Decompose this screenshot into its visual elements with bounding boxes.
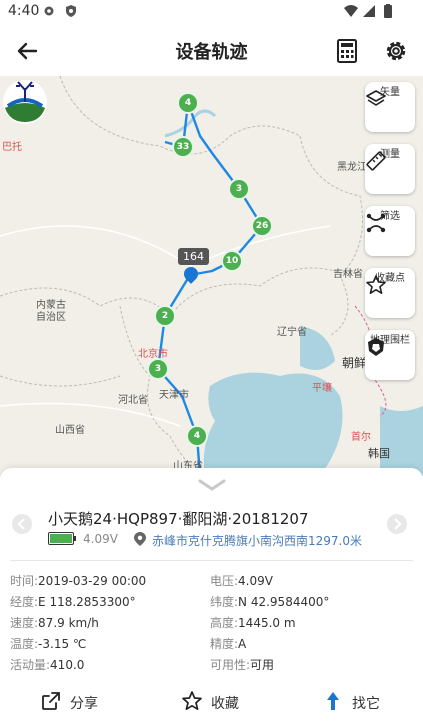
track-point-marker[interactable]: 3 (147, 358, 169, 380)
info-accuracy: 精度:A (210, 637, 247, 651)
track-point-marker[interactable]: 10 (221, 250, 243, 272)
map-label: 内蒙古 自治区 (36, 300, 66, 323)
settings-gear-icon[interactable] (381, 36, 411, 66)
battery-icon (384, 4, 392, 18)
app-logo (3, 80, 47, 124)
chevron-down-icon[interactable] (197, 478, 227, 492)
device-name: 小天鹅24·HQP897·鄱阳湖·20181207 (48, 510, 309, 528)
map-label: 天津市 (159, 390, 189, 401)
current-position-tag: 164 (178, 248, 209, 265)
status-bar: 4:40 (0, 0, 423, 24)
layers-button[interactable]: 矢量 (365, 82, 415, 132)
star-outline-icon (182, 691, 202, 711)
map-label: 河北省 (118, 395, 148, 406)
divider (10, 560, 413, 561)
map-label: 韩国 (368, 447, 390, 460)
battery-level-icon (48, 532, 74, 545)
track-point-marker[interactable]: 26 (251, 215, 273, 237)
filter-nodes-icon (366, 213, 386, 233)
track-point-marker[interactable]: 2 (154, 305, 176, 327)
map-label: 巴托 (2, 142, 22, 153)
chevron-left-icon (17, 518, 25, 530)
favorite-label: 收藏 (211, 696, 239, 712)
map-label: 吉林省 (333, 269, 363, 280)
share-label: 分享 (70, 696, 98, 712)
info-longitude: 经度:E 118.2853300° (10, 595, 136, 609)
next-device-button[interactable] (387, 514, 407, 534)
battery-voltage: 4.09V (83, 532, 118, 546)
track-point-marker[interactable]: 3 (228, 178, 250, 200)
info-temperature: 温度:-3.15 ℃ (10, 637, 87, 651)
navigation-arrow-icon (327, 692, 339, 710)
info-voltage: 电压:4.09V (210, 574, 273, 588)
map-label: 朝鲜 (342, 356, 367, 370)
signal-icon (363, 5, 375, 17)
geofence-button[interactable]: 地理围栏 (365, 330, 415, 380)
device-info-sheet: 小天鹅24·HQP897·鄱阳湖·20181207 4.09V 赤峰市克什克腾旗… (0, 468, 423, 727)
map-label: 黑龙江 (337, 162, 367, 173)
track-point-marker[interactable]: 33 (172, 136, 194, 158)
info-latitude: 纬度:N 42.9584400° (210, 595, 330, 609)
info-speed: 速度:87.9 km/h (10, 616, 99, 630)
map-label: 辽宁省 (277, 327, 307, 338)
find-device-label: 找它 (352, 696, 380, 712)
filter-button[interactable]: 筛选 (365, 206, 415, 256)
info-time: 时间:2019-03-29 00:00 (10, 574, 147, 588)
info-availability: 可用性:可用 (210, 658, 275, 672)
calculator-icon[interactable] (332, 36, 362, 66)
track-point-marker[interactable]: 4 (186, 425, 208, 447)
previous-device-button[interactable] (12, 514, 32, 534)
status-time: 4:40 (8, 3, 40, 19)
gear-icon (44, 6, 54, 16)
track-point-marker[interactable]: 4 (177, 92, 199, 114)
find-device-button[interactable]: 找它 (322, 690, 392, 716)
app-header: 设备轨迹 (0, 24, 423, 76)
favorites-button[interactable]: 收藏点 (365, 268, 415, 318)
map-label: 平壤 (312, 383, 332, 394)
favorite-button[interactable]: 收藏 (181, 690, 251, 716)
share-icon (42, 692, 60, 710)
info-altitude: 高度:1445.0 m (210, 616, 296, 630)
chevron-right-icon (394, 518, 402, 530)
layers-icon (366, 90, 386, 106)
battery-tip (74, 536, 76, 541)
ruler-icon (366, 151, 386, 171)
map-label: 首尔 (351, 432, 371, 443)
wifi-icon (344, 5, 358, 17)
geofence-icon (368, 338, 384, 356)
map-label: 山西省 (55, 425, 85, 436)
location-pin-icon (134, 532, 146, 546)
star-icon (366, 275, 386, 294)
map-view[interactable]: 巴托 黑龙江 吉林省 内蒙古 自治区 辽宁省 北京市 天津市 河北省 山西省 山… (0, 76, 423, 476)
shield-icon (66, 5, 76, 17)
location-address-link[interactable]: 赤峰市克什克腾旗小南沟西南1297.0米 (152, 532, 362, 549)
measure-button[interactable]: 测量 (365, 144, 415, 194)
share-button[interactable]: 分享 (40, 690, 110, 716)
info-activity: 活动量:410.0 (10, 658, 85, 672)
